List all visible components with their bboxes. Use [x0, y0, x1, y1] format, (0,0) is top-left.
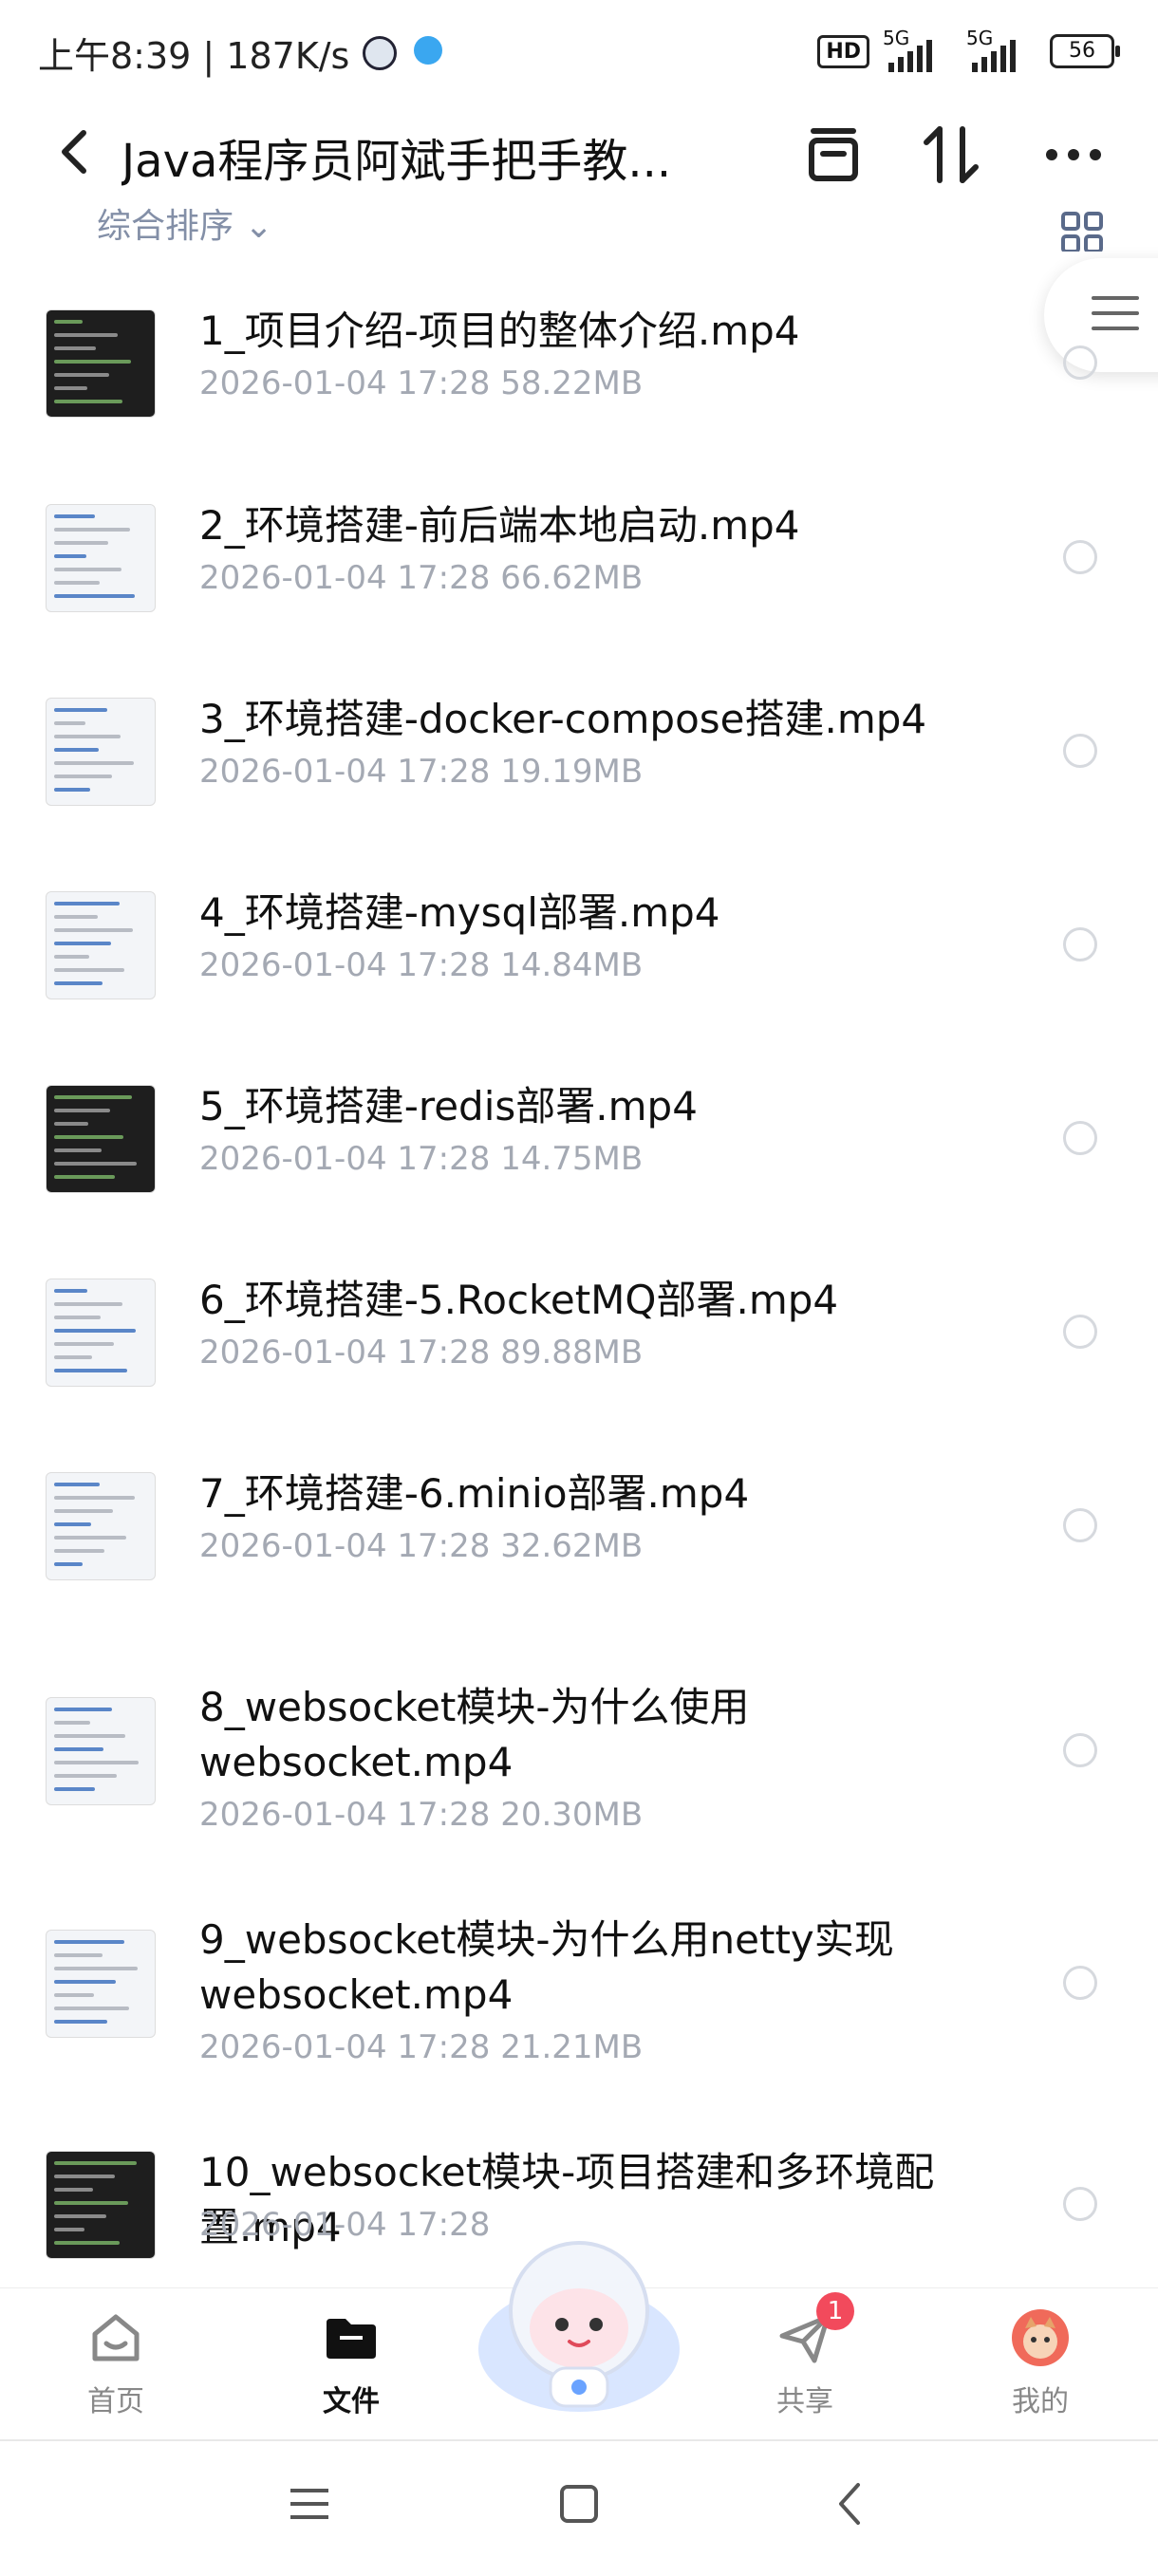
file-size: 32.62MB [500, 1527, 644, 1565]
sort-dropdown[interactable]: 综合排序 ⌄ [97, 204, 273, 248]
select-radio[interactable] [1063, 1121, 1097, 1155]
video-thumbnail [46, 1930, 156, 2038]
send-icon: 1 [775, 2292, 854, 2368]
menu-icon [1092, 296, 1139, 342]
file-name: 9_websocket模块-为什么用netty实现websocket.mp4 [199, 1916, 894, 2018]
select-radio[interactable] [1063, 734, 1097, 768]
file-meta: 2026-01-04 17:28 19.19MB [199, 753, 643, 791]
select-radio[interactable] [1063, 1508, 1097, 1542]
sort-icon[interactable] [919, 121, 985, 188]
signal-icon-2: 5G [966, 27, 1037, 72]
file-name: 4_环境搭建-mysql部署.mp4 [199, 889, 720, 936]
video-thumbnail [46, 2151, 156, 2259]
select-radio[interactable] [1063, 1966, 1097, 2000]
video-thumbnail [46, 504, 156, 612]
file-name: 1_项目介绍-项目的整体介绍.mp4 [199, 308, 800, 354]
status-bar: 上午8:39 | 187K/s HD 5G 5G 56 [0, 0, 1158, 104]
file-date: 2026-01-04 17:28 [199, 1796, 491, 1834]
qq-notification-icon [363, 36, 397, 70]
signal-icon: 5G [883, 27, 953, 72]
video-thumbnail [46, 1697, 156, 1805]
floating-menu-button[interactable] [1044, 258, 1158, 372]
file-date: 2026-01-04 17:28 [199, 1527, 491, 1565]
select-radio[interactable] [1063, 1733, 1097, 1767]
file-date: 2026-01-04 17:28 [199, 364, 491, 402]
file-name: 3_环境搭建-docker-compose搭建.mp4 [199, 696, 927, 742]
tab-me[interactable]: 我的 [964, 2307, 1116, 2419]
file-size: 19.19MB [500, 753, 644, 791]
video-thumbnail [46, 309, 156, 418]
tab-home[interactable]: 首页 [40, 2307, 192, 2419]
more-icon[interactable] [1040, 121, 1107, 188]
home-icon [85, 2307, 146, 2368]
grid-view-icon[interactable] [1061, 212, 1103, 252]
file-name: 8_websocket模块-为什么使用websocket.mp4 [199, 1684, 750, 1785]
page-title: Java程序员阿斌手把手教... [121, 135, 672, 188]
file-meta: 2026-01-04 17:28 58.22MB [199, 364, 643, 402]
app-notification-icon [414, 36, 442, 65]
avatar-icon [1010, 2307, 1071, 2368]
file-meta: 2026-01-04 17:28 14.84MB [199, 946, 643, 984]
select-radio[interactable] [1063, 2187, 1097, 2221]
file-meta: 2026-01-04 17:28 89.88MB [199, 1334, 643, 1372]
file-meta: 2026-01-04 17:28 32.62MB [199, 1527, 643, 1565]
file-name: 7_环境搭建-6.minio部署.mp4 [199, 1470, 750, 1517]
file-name: 6_环境搭建-5.RocketMQ部署.mp4 [199, 1277, 839, 1323]
battery-icon: 56 [1050, 34, 1120, 68]
tab-share[interactable]: 1 共享 [729, 2292, 881, 2419]
file-size: 21.21MB [500, 2028, 644, 2066]
top-bar: Java程序员阿斌手把手教... [0, 104, 1158, 199]
select-radio[interactable] [1063, 1315, 1097, 1349]
file-meta: 2026-01-04 17:28 20.30MB [199, 1796, 643, 1834]
file-meta: 2026-01-04 17:28 21.21MB [199, 2028, 643, 2066]
back-nav-icon[interactable] [822, 2475, 879, 2532]
file-name: 5_环境搭建-redis部署.mp4 [199, 1083, 698, 1129]
file-name: 2_环境搭建-前后端本地启动.mp4 [199, 502, 800, 549]
menu-nav-icon[interactable] [281, 2475, 338, 2532]
video-thumbnail [46, 1085, 156, 1193]
status-time: 上午8:39 | 187K/s [38, 35, 350, 77]
file-date: 2026-01-04 17:28 [199, 559, 491, 597]
file-date: 2026-01-04 17:28 [199, 1334, 491, 1372]
file-size: 89.88MB [500, 1334, 644, 1372]
file-date: 2026-01-04 17:28 [199, 2028, 491, 2066]
back-icon[interactable] [47, 123, 104, 180]
archive-icon[interactable] [800, 121, 867, 188]
share-badge: 1 [816, 2292, 854, 2330]
file-size: 14.84MB [500, 946, 644, 984]
tab-files[interactable]: 文件 [275, 2307, 427, 2419]
file-size: 14.75MB [500, 1140, 644, 1178]
hd-voice-icon: HD [817, 34, 869, 68]
file-date: 2026-01-04 17:28 [199, 946, 491, 984]
chevron-down-icon: ⌄ [244, 207, 273, 246]
select-radio[interactable] [1063, 540, 1097, 574]
sort-row: 综合排序 ⌄ [0, 204, 1158, 252]
file-meta: 2026-01-04 17:28 [199, 2206, 490, 2244]
file-size: 20.30MB [500, 1796, 644, 1834]
video-thumbnail [46, 1279, 156, 1387]
file-date: 2026-01-04 17:28 [199, 1140, 491, 1178]
file-date: 2026-01-04 17:28 [199, 2206, 491, 2244]
home-nav-icon[interactable] [551, 2475, 607, 2532]
assistant-mascot[interactable] [475, 2226, 683, 2416]
system-nav-bar [0, 2439, 1158, 2576]
video-thumbnail [46, 891, 156, 999]
file-size: 58.22MB [500, 364, 644, 402]
file-meta: 2026-01-04 17:28 66.62MB [199, 559, 643, 597]
select-radio[interactable] [1063, 927, 1097, 961]
file-size: 66.62MB [500, 559, 644, 597]
video-thumbnail [46, 1472, 156, 1580]
select-radio[interactable] [1063, 345, 1097, 380]
file-date: 2026-01-04 17:28 [199, 753, 491, 791]
video-thumbnail [46, 698, 156, 806]
file-meta: 2026-01-04 17:28 14.75MB [199, 1140, 643, 1178]
folder-icon [321, 2307, 382, 2368]
